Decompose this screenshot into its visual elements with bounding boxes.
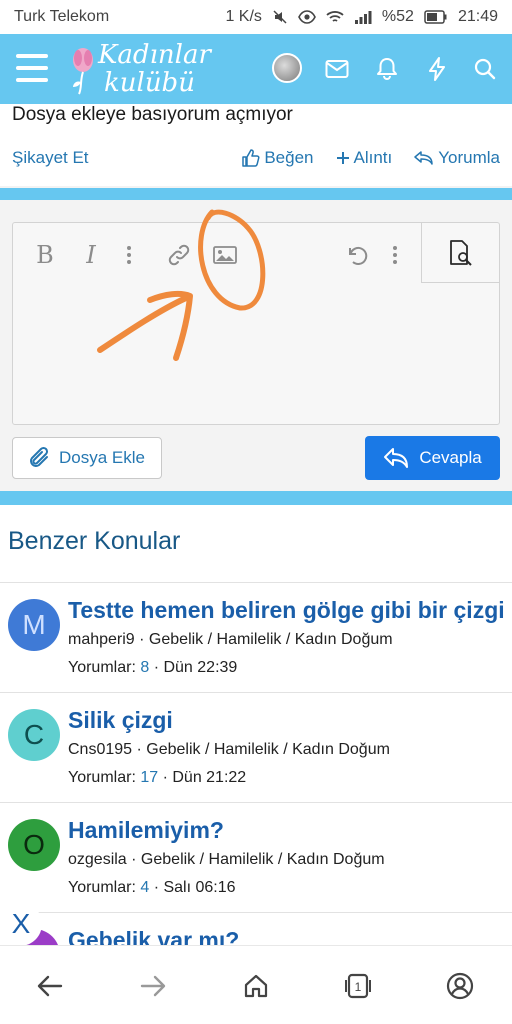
thread-forum[interactable]: Gebelik / Hamilelik / Kadın Doğum <box>141 851 385 868</box>
reply-icon <box>384 448 409 468</box>
more-options-icon[interactable] <box>121 241 137 269</box>
bolt-icon[interactable] <box>422 54 452 84</box>
battery-icon <box>424 10 448 24</box>
quote-label: Alıntı <box>353 148 393 167</box>
thumbs-up-icon <box>242 149 260 167</box>
thread-title[interactable]: Testte hemen beliren gölge gibi bir çizg… <box>68 597 505 624</box>
status-indicators: 1 K/s %52 21:49 <box>225 8 498 26</box>
post-actions: Şikayet Et Beğen Alıntı Yorumla <box>12 148 500 168</box>
user-avatar[interactable] <box>272 53 302 83</box>
quote-button[interactable]: Alıntı <box>336 148 393 168</box>
account-icon[interactable] <box>442 968 478 1004</box>
image-icon[interactable] <box>211 241 239 269</box>
thread-stats: Yorumlar: 17 · Dün 21:22 <box>68 769 247 786</box>
italic-button[interactable]: I <box>79 241 103 269</box>
logo-flower-icon <box>73 48 93 95</box>
thread-avatar: C <box>8 709 60 761</box>
battery-percent: %52 <box>381 8 414 25</box>
carrier-name: Turk Telekom <box>14 8 110 25</box>
wifi-icon <box>326 10 344 24</box>
mute-icon <box>272 9 288 25</box>
thread-stats: Yorumlar: 4 · Salı 06:16 <box>68 879 236 896</box>
undo-icon[interactable] <box>343 241 371 269</box>
thread-meta: ozgesila · Gebelik / Hamilelik / Kadın D… <box>68 851 385 868</box>
reply-link[interactable]: Yorumla <box>414 148 500 168</box>
back-arrow-icon[interactable] <box>32 968 68 1004</box>
post-message-text: Dosya ekleye basıyorum açmıyor <box>12 104 293 125</box>
editor-toolbar: B I <box>13 223 499 285</box>
thread-row[interactable]: Gebelik var mı? <box>0 912 512 945</box>
like-button[interactable]: Beğen <box>242 148 314 168</box>
home-icon[interactable] <box>238 968 274 1004</box>
eye-icon <box>298 10 316 24</box>
report-link[interactable]: Şikayet Et <box>12 148 89 168</box>
reply-icon <box>414 151 433 165</box>
replies-count: 4 <box>140 879 150 896</box>
thread-date: Dün 21:22 <box>172 769 247 786</box>
thread-title[interactable]: Hamilemiyim? <box>68 817 224 844</box>
submit-reply-label: Cevapla <box>419 448 482 467</box>
thread-author[interactable]: ozgesila <box>68 851 127 868</box>
related-threads-title: Benzer Konular <box>8 527 181 555</box>
thread-date: Salı 06:16 <box>163 879 236 896</box>
thread-title[interactable]: Silik çizgi <box>68 707 173 734</box>
thread-avatar: M <box>8 599 60 651</box>
site-logo[interactable]: Kadınlar kulübü <box>70 40 220 98</box>
browser-bottom-nav: 1 <box>0 945 512 1024</box>
thread-stats: Yorumlar: 8 · Dün 22:39 <box>68 659 238 676</box>
hamburger-icon[interactable] <box>16 54 48 82</box>
bold-button[interactable]: B <box>33 241 57 269</box>
thread-date: Dün 22:39 <box>163 659 238 676</box>
close-ad-button[interactable]: X <box>0 902 42 946</box>
thread-author[interactable]: Cns0195 <box>68 741 132 758</box>
submit-reply-button[interactable]: Cevapla <box>365 436 500 480</box>
preview-icon <box>449 239 472 266</box>
thread-avatar: O <box>8 819 60 871</box>
envelope-icon[interactable] <box>322 54 352 84</box>
section-divider-2 <box>0 491 512 505</box>
signal-icon <box>354 10 372 24</box>
thread-title[interactable]: Gebelik var mı? <box>68 927 239 945</box>
tabs-icon[interactable]: 1 <box>340 968 376 1004</box>
link-icon[interactable] <box>165 241 193 269</box>
thread-meta: mahperi9 · Gebelik / Hamilelik / Kadın D… <box>68 631 393 648</box>
related-threads: Benzer Konular M Testte hemen beliren gö… <box>0 505 512 945</box>
replies-label: Yorumlar: <box>68 769 136 786</box>
more-options-icon-2[interactable] <box>387 241 403 269</box>
forward-arrow-icon[interactable] <box>135 968 171 1004</box>
plus-icon <box>336 152 349 164</box>
thread-row[interactable]: O Hamilemiyim? ozgesila · Gebelik / Hami… <box>0 802 512 912</box>
tabs-count: 1 <box>355 980 362 994</box>
clock: 21:49 <box>457 8 498 25</box>
preview-button[interactable] <box>421 223 499 283</box>
bell-icon[interactable] <box>372 54 402 84</box>
logo-text-line2: kulübü <box>104 68 195 98</box>
network-speed: 1 K/s <box>225 8 262 25</box>
site-header: Kadınlar kulübü <box>0 34 512 104</box>
attach-file-label: Dosya Ekle <box>59 448 145 467</box>
thread-row[interactable]: C Silik çizgi Cns0195 · Gebelik / Hamile… <box>0 692 512 802</box>
status-bar: Turk Telekom 1 K/s %52 21:49 <box>0 0 512 34</box>
thread-forum[interactable]: Gebelik / Hamilelik / Kadın Doğum <box>149 631 393 648</box>
paperclip-icon <box>30 446 49 467</box>
thread-row[interactable]: M Testte hemen beliren gölge gibi bir çi… <box>0 582 512 692</box>
like-label: Beğen <box>264 148 314 167</box>
replies-count: 8 <box>140 659 150 676</box>
thread-meta: Cns0195 · Gebelik / Hamilelik / Kadın Do… <box>68 741 390 758</box>
replies-label: Yorumlar: <box>68 659 136 676</box>
thread-author[interactable]: mahperi9 <box>68 631 135 648</box>
search-icon[interactable] <box>470 54 500 84</box>
reply-form: B I Dosya Ekle Cevapla <box>0 200 512 490</box>
post-footer: Dosya ekleye basıyorum açmıyor Şikayet E… <box>0 104 512 186</box>
attach-file-button[interactable]: Dosya Ekle <box>12 437 162 479</box>
replies-label: Yorumlar: <box>68 879 136 896</box>
replies-count: 17 <box>140 769 159 786</box>
message-editor[interactable]: B I <box>12 222 500 425</box>
thread-forum[interactable]: Gebelik / Hamilelik / Kadın Doğum <box>146 741 390 758</box>
reply-label: Yorumla <box>438 148 500 167</box>
logo-text-line1: Kadınlar <box>98 40 211 70</box>
